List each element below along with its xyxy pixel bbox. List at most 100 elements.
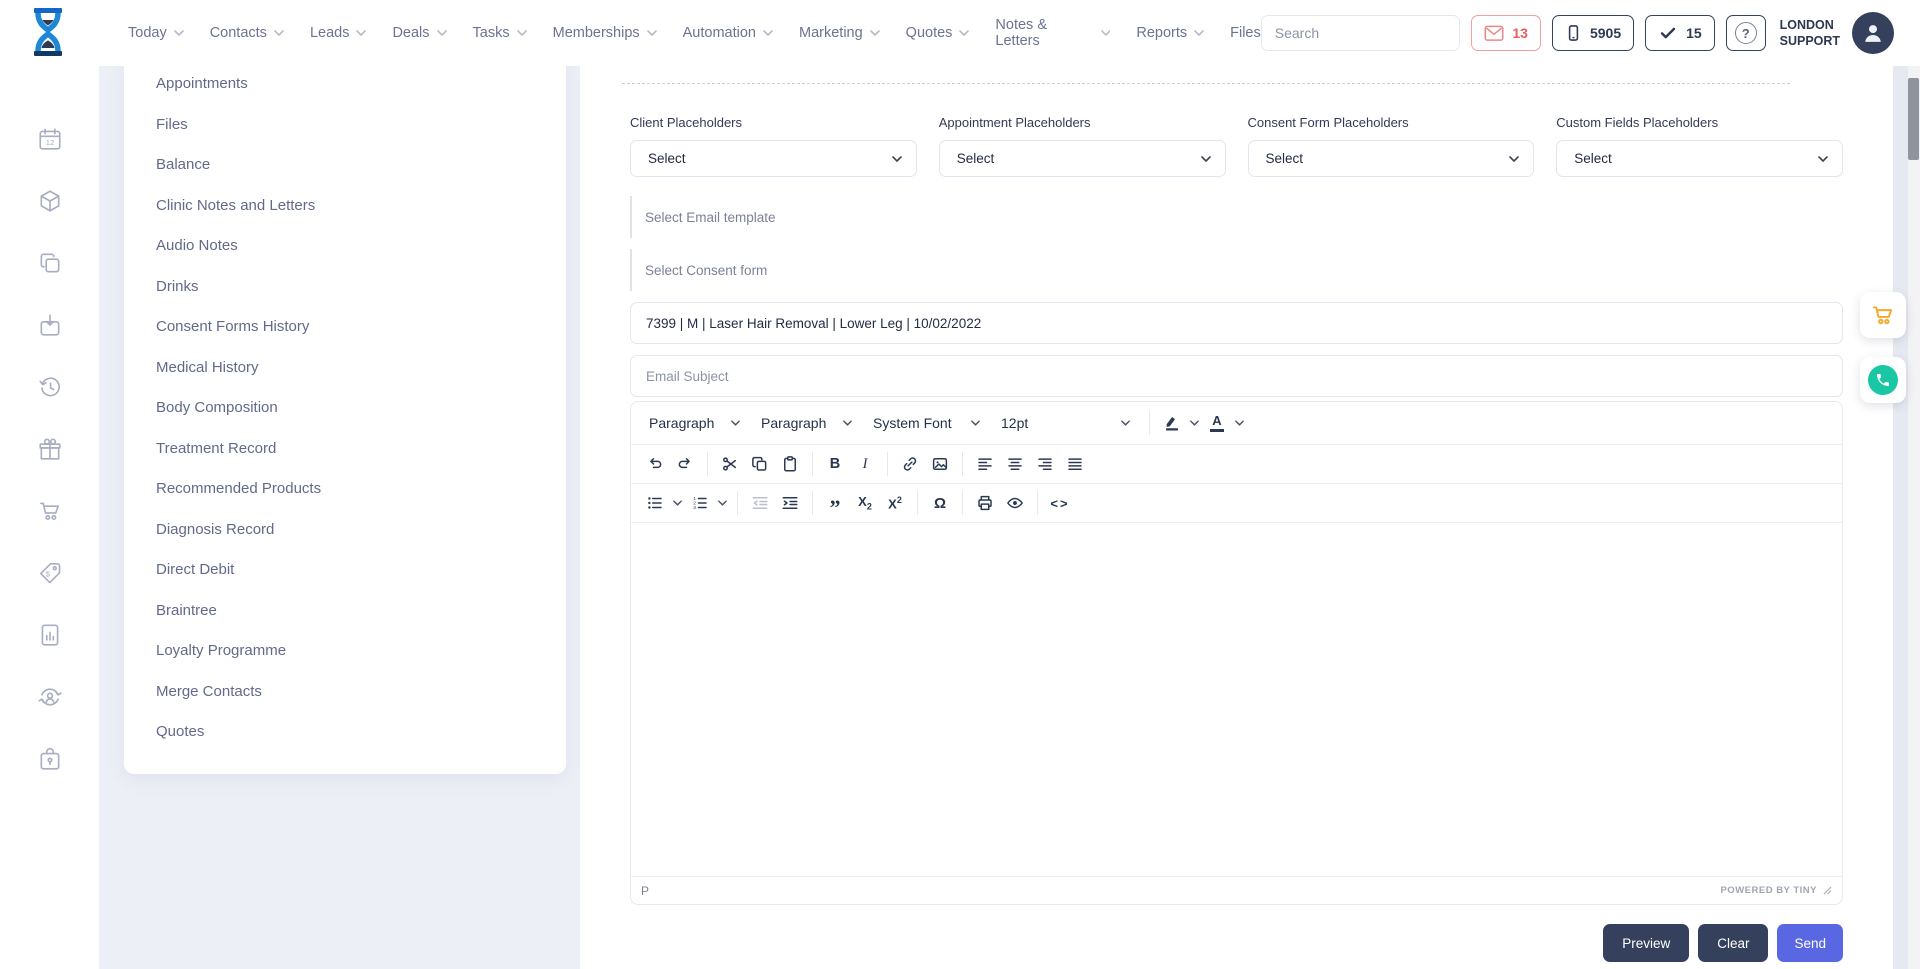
price-tag-icon[interactable]: $: [37, 560, 63, 586]
tasks-badge[interactable]: 15: [1645, 15, 1715, 51]
resize-grip-icon[interactable]: [1823, 886, 1832, 895]
paste-button[interactable]: [775, 449, 805, 479]
highlight-color-button[interactable]: [1157, 408, 1187, 438]
sidebar-item-audio-notes[interactable]: Audio Notes: [124, 226, 566, 267]
nav-contacts[interactable]: Contacts: [210, 25, 284, 41]
link-button[interactable]: [895, 449, 925, 479]
chevron-down-icon[interactable]: [1235, 420, 1244, 426]
appointment-placeholders-select[interactable]: Select: [939, 140, 1226, 177]
chevron-down-icon[interactable]: [1190, 420, 1199, 426]
style-dropdown[interactable]: Paragraph: [640, 407, 752, 439]
align-center-button[interactable]: [1000, 449, 1030, 479]
sidebar-item-direct-debit[interactable]: Direct Debit: [124, 550, 566, 591]
cart-floating-button[interactable]: [1860, 292, 1906, 338]
nav-today[interactable]: Today: [128, 25, 184, 41]
align-left-button[interactable]: [970, 449, 1000, 479]
dropdown-value: Paragraph: [649, 415, 714, 431]
bullet-list-button[interactable]: [640, 488, 670, 518]
phone-badge[interactable]: 5905: [1552, 15, 1634, 51]
cart-icon[interactable]: [37, 498, 63, 524]
divider: [622, 83, 1790, 84]
sidebar-item-quotes[interactable]: Quotes: [124, 712, 566, 753]
sidebar-item-clinic-notes[interactable]: Clinic Notes and Letters: [124, 186, 566, 227]
align-right-button[interactable]: [1030, 449, 1060, 479]
sidebar-item-balance[interactable]: Balance: [124, 145, 566, 186]
superscript-button[interactable]: X2: [880, 488, 910, 518]
consent-form-placeholders-select[interactable]: Select: [1248, 140, 1535, 177]
scrollbar-thumb[interactable]: [1908, 78, 1919, 160]
phone-floating-button[interactable]: [1860, 357, 1906, 403]
duplicate-icon[interactable]: [37, 250, 63, 276]
sidebar-item-merge-contacts[interactable]: Merge Contacts: [124, 672, 566, 713]
messages-badge[interactable]: 13: [1471, 15, 1541, 51]
preview-button-icon[interactable]: [1000, 488, 1030, 518]
blockquote-button[interactable]: ”: [820, 488, 850, 518]
report-icon[interactable]: [37, 622, 63, 648]
print-button[interactable]: [970, 488, 1000, 518]
avatar[interactable]: [1852, 12, 1894, 54]
sidebar-item-recommended-products[interactable]: Recommended Products: [124, 469, 566, 510]
clear-button[interactable]: Clear: [1698, 924, 1768, 962]
nav-quotes[interactable]: Quotes: [906, 25, 970, 41]
indent-button[interactable]: [775, 488, 805, 518]
gift-icon[interactable]: [37, 436, 63, 462]
subscript-button[interactable]: X2: [850, 488, 880, 518]
sidebar-item-braintree[interactable]: Braintree: [124, 591, 566, 632]
sidebar-item-medical-history[interactable]: Medical History: [124, 348, 566, 389]
font-family-dropdown[interactable]: System Font: [864, 407, 992, 439]
nav-reports[interactable]: Reports: [1136, 25, 1204, 41]
nav-leads[interactable]: Leads: [310, 25, 367, 41]
consent-form-select[interactable]: Select Consent form: [630, 249, 1843, 291]
app-logo[interactable]: [28, 7, 68, 62]
special-character-button[interactable]: Ω: [925, 488, 955, 518]
cut-button[interactable]: [715, 449, 745, 479]
email-template-select[interactable]: Select Email template: [630, 196, 1843, 238]
numbered-list-button[interactable]: 123: [685, 488, 715, 518]
nav-notes-letters[interactable]: Notes & Letters: [995, 17, 1110, 49]
sidebar-item-body-composition[interactable]: Body Composition: [124, 388, 566, 429]
outdent-button[interactable]: [745, 488, 775, 518]
email-subject-input[interactable]: [630, 355, 1843, 397]
custom-fields-placeholders-select[interactable]: Select: [1556, 140, 1843, 177]
chevron-down-icon[interactable]: [673, 500, 682, 506]
image-button[interactable]: [925, 449, 955, 479]
undo-button[interactable]: [640, 449, 670, 479]
sidebar-item-loyalty-programme[interactable]: Loyalty Programme: [124, 631, 566, 672]
help-button[interactable]: ?: [1726, 15, 1766, 51]
client-placeholders-select[interactable]: Select: [630, 140, 917, 177]
format-dropdown[interactable]: Paragraph: [752, 407, 864, 439]
vault-icon[interactable]: [37, 746, 63, 772]
subject-input[interactable]: [630, 302, 1843, 344]
history-icon[interactable]: [37, 374, 63, 400]
sidebar-item-treatment-record[interactable]: Treatment Record: [124, 429, 566, 470]
sidebar-item-diagnosis-record[interactable]: Diagnosis Record: [124, 510, 566, 551]
editor-body[interactable]: [631, 523, 1842, 876]
client-sync-icon[interactable]: [37, 684, 63, 710]
send-button[interactable]: Send: [1777, 924, 1843, 962]
nav-marketing[interactable]: Marketing: [799, 25, 880, 41]
text-color-button[interactable]: A: [1202, 408, 1232, 438]
align-justify-button[interactable]: [1060, 449, 1090, 479]
source-code-button[interactable]: <>: [1045, 488, 1075, 518]
nav-automation[interactable]: Automation: [683, 25, 773, 41]
preview-button[interactable]: Preview: [1603, 924, 1689, 962]
sidebar-item-appointments[interactable]: Appointments: [124, 64, 566, 105]
nav-memberships[interactable]: Memberships: [553, 25, 657, 41]
nav-files[interactable]: Files: [1230, 25, 1261, 41]
sidebar-item-consent-forms[interactable]: Consent Forms History: [124, 307, 566, 348]
bold-button[interactable]: B: [820, 449, 850, 479]
nav-tasks[interactable]: Tasks: [473, 25, 527, 41]
copy-button[interactable]: [745, 449, 775, 479]
calendar-icon[interactable]: 12: [37, 126, 63, 152]
package-icon[interactable]: [37, 188, 63, 214]
italic-button[interactable]: I: [850, 449, 880, 479]
scrollbar-track[interactable]: [1908, 66, 1920, 969]
sidebar-item-files[interactable]: Files: [124, 105, 566, 146]
sidebar-item-drinks[interactable]: Drinks: [124, 267, 566, 308]
search-input[interactable]: [1262, 16, 1461, 50]
nav-deals[interactable]: Deals: [392, 25, 446, 41]
font-size-dropdown[interactable]: 12pt: [992, 407, 1142, 439]
chevron-down-icon[interactable]: [718, 500, 727, 506]
bag-icon[interactable]: [37, 312, 63, 338]
redo-button[interactable]: [670, 449, 700, 479]
